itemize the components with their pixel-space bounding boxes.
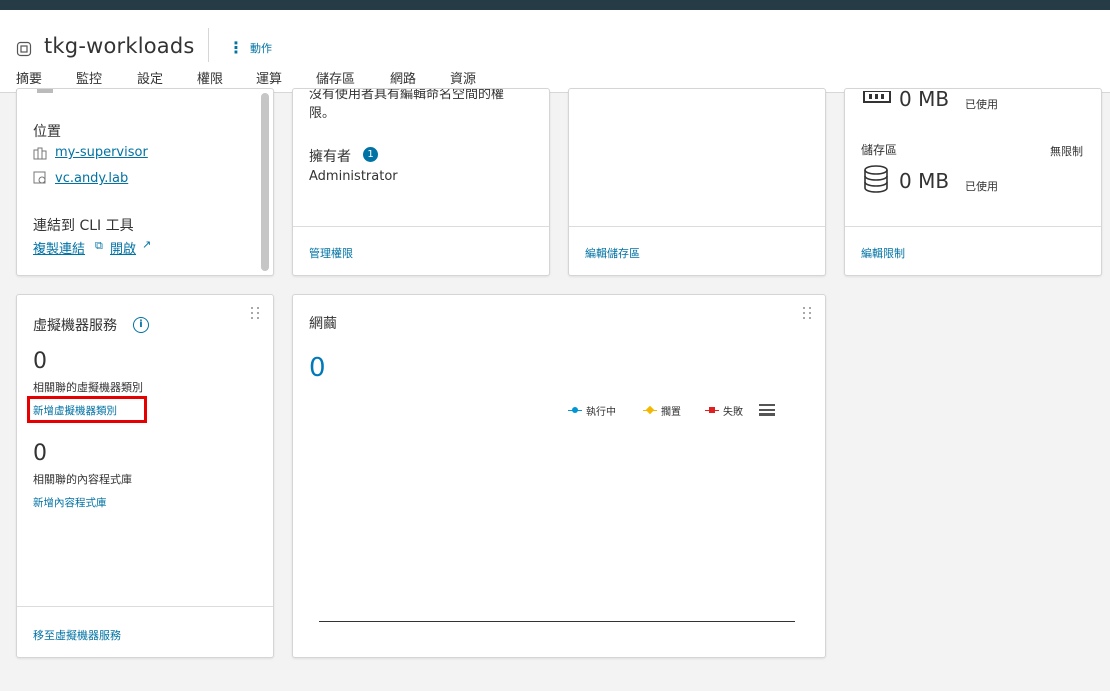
edit-storage-link[interactable]: 編輯儲存區 [585, 245, 640, 261]
manage-permissions-link[interactable]: 管理權限 [309, 245, 353, 261]
memory-icon [863, 91, 891, 103]
namespace-icon [16, 41, 32, 57]
legend-running[interactable]: 執行中 [568, 403, 616, 418]
vcenter-link[interactable]: vc.andy.lab [55, 171, 128, 186]
pods-count: 0 [309, 353, 326, 383]
info-icon[interactable]: i [133, 317, 149, 333]
owner-value: Administrator [309, 169, 398, 184]
copy-icon: ⧉ [95, 239, 103, 252]
tab-configure[interactable]: 設定 [137, 68, 163, 87]
storage-limit-value: 無限制 [1050, 145, 1083, 158]
owner-label: 擁有者 [309, 149, 351, 165]
summary-content[interactable]: 位置 my-supervisor vc.andy.lab 連結到 CLI 工具 … [0, 88, 1110, 691]
tab-permissions[interactable]: 權限 [197, 68, 223, 87]
card-scrollbar[interactable] [261, 93, 269, 271]
permissions-description-line1: 沒有使用者具有編輯命名空間的權 [309, 88, 505, 102]
capacity-card-footer: 編輯限制 [845, 226, 1101, 275]
tab-monitor[interactable]: 監控 [76, 68, 102, 87]
highlight-box [27, 396, 147, 423]
storage-card-footer: 編輯儲存區 [569, 226, 825, 275]
top-banner [0, 0, 1110, 10]
storage-usage-value: 0 MB [899, 169, 950, 193]
pending-legend-marker [643, 405, 657, 416]
drag-handle-icon[interactable] [251, 307, 261, 321]
kebab-icon: ⋮ [228, 38, 244, 57]
permissions-card-footer: 管理權限 [293, 226, 549, 275]
vm-class-label: 相關聯的虛擬機器類別 [33, 381, 143, 394]
vcenter-icon [33, 171, 46, 184]
cli-tools-label: 連結到 CLI 工具 [33, 218, 134, 234]
legend-running-label: 執行中 [586, 407, 616, 418]
chart-menu-icon[interactable] [759, 404, 775, 416]
external-link-icon: ↗ [142, 238, 152, 251]
copy-link[interactable]: 複製連結 [33, 238, 85, 257]
header-divider [208, 28, 209, 62]
go-to-vm-service-link[interactable]: 移至虛擬機器服務 [33, 627, 121, 643]
memory-usage-value: 0 MB [899, 88, 950, 111]
running-legend-marker [568, 406, 582, 416]
legend-pending-label: 擱置 [661, 407, 681, 418]
tab-network[interactable]: 網路 [390, 68, 416, 87]
page-title: tkg-workloads [44, 34, 195, 58]
permissions-description-line2: 限。 [309, 106, 336, 121]
memory-used-label: 已使用 [965, 98, 998, 111]
capacity-usage-card: 0 MB 已使用 儲存區 無限制 0 MB 已使用 編輯限制 [844, 88, 1102, 276]
chart-baseline [319, 621, 795, 622]
legend-failed[interactable]: 失敗 [705, 403, 743, 418]
permissions-card: 沒有使用者具有編輯命名空間的權 限。 擁有者 1 Administrator 管… [292, 88, 550, 276]
content-library-count: 0 [33, 441, 47, 466]
status-card: 位置 my-supervisor vc.andy.lab 連結到 CLI 工具 … [16, 88, 274, 276]
failed-legend-marker [705, 406, 719, 416]
location-label: 位置 [33, 124, 61, 140]
storage-policy-card: 編輯儲存區 [568, 88, 826, 276]
vm-service-title: 虛擬機器服務 [33, 318, 117, 334]
owner-count-badge: 1 [363, 147, 378, 162]
drag-handle-icon[interactable] [803, 307, 813, 321]
status-icon-fragment [37, 89, 53, 93]
tab-compute[interactable]: 運算 [256, 68, 282, 87]
vm-service-card: 虛擬機器服務 i 0 相關聯的虛擬機器類別 新增虛擬機器類別 0 相關聯的內容程… [16, 294, 274, 658]
legend-failed-label: 失敗 [723, 407, 743, 418]
storage-used-label: 已使用 [965, 180, 998, 193]
page-header: tkg-workloads ⋮ 動作 摘要 監控 設定 權限 運算 儲存區 網路… [0, 10, 1110, 93]
actions-label: 動作 [250, 42, 272, 55]
pods-card: 網繭 0 執行中 擱置 失敗 [292, 294, 826, 658]
open-link[interactable]: 開啟 [110, 238, 136, 257]
pods-title: 網繭 [309, 316, 337, 332]
legend-pending[interactable]: 擱置 [643, 403, 681, 418]
content-library-label: 相關聯的內容程式庫 [33, 473, 132, 486]
add-content-library-link[interactable]: 新增內容程式庫 [33, 495, 107, 510]
supervisor-link[interactable]: my-supervisor [55, 145, 148, 160]
storage-database-icon [864, 165, 888, 193]
edit-limits-link[interactable]: 編輯限制 [861, 245, 905, 261]
supervisor-icon [33, 147, 47, 160]
tab-resources[interactable]: 資源 [450, 68, 476, 87]
vm-service-card-footer: 移至虛擬機器服務 [17, 606, 273, 657]
tab-summary[interactable]: 摘要 [16, 68, 42, 87]
vm-class-count: 0 [33, 349, 47, 374]
storage-limit-label: 儲存區 [861, 143, 898, 157]
actions-button[interactable]: ⋮ 動作 [228, 38, 272, 58]
tab-storage[interactable]: 儲存區 [316, 68, 355, 87]
